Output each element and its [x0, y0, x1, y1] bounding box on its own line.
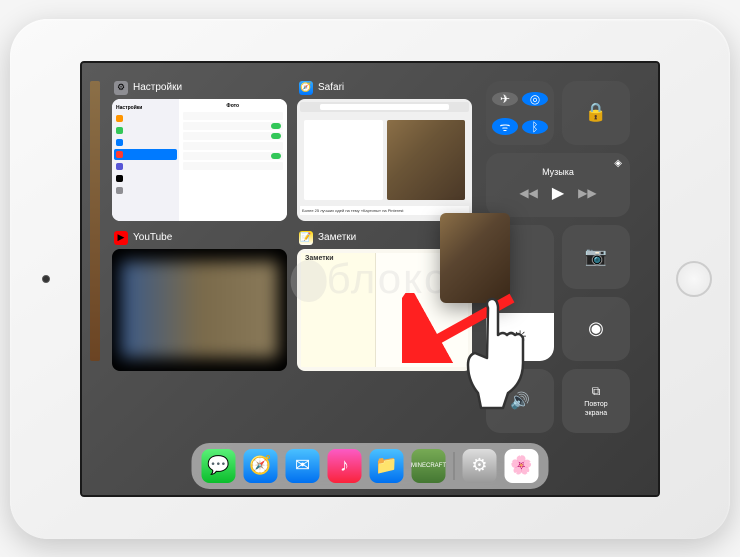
settings-icon: ⚙ [114, 81, 128, 95]
home-button[interactable] [676, 261, 712, 297]
airplane-toggle[interactable]: ✈ [492, 92, 518, 106]
safari-preview: Более 25 лучших идей на тему «Картины» н… [297, 99, 472, 221]
app-card-settings[interactable]: ⚙ Настройки Настройки [112, 81, 287, 221]
music-controls: ◀◀ ▶ ▶▶ [519, 183, 596, 203]
dock-mail-icon[interactable]: ✉ [286, 449, 320, 483]
app-title-label: Заметки [318, 232, 356, 243]
rotation-lock-toggle[interactable]: 🔒 [562, 81, 630, 145]
connectivity-module: ✈ ◎ ᯤ ᛒ [486, 81, 554, 145]
music-module[interactable]: ◈ Музыка ◀◀ ▶ ▶▶ [486, 153, 630, 217]
app-card-sliver[interactable] [90, 81, 100, 361]
screen-record-button[interactable]: ◉ [562, 297, 630, 361]
app-cards-grid: ⚙ Настройки Настройки [112, 81, 472, 495]
play-button[interactable]: ▶ [552, 183, 564, 203]
youtube-preview [112, 249, 287, 371]
dock-safari-icon[interactable]: 🧭 [244, 449, 278, 483]
dock-separator [454, 452, 455, 480]
app-title-label: Настройки [133, 82, 182, 93]
notes-icon: 📝 [299, 231, 313, 245]
next-track-button[interactable]: ▶▶ [578, 186, 596, 200]
bluetooth-toggle[interactable]: ᛒ [522, 120, 548, 134]
ipad-screen: блоко ⚙ Настройки Настройки [80, 61, 660, 497]
music-label: Музыка [542, 167, 574, 177]
dock: 💬 🧭 ✉ ♪ 📁 MINECRAFT ⚙ 🌸 [192, 443, 549, 489]
screen-mirror-button[interactable]: ⧉ Повтор экрана [562, 369, 630, 433]
volume-slider-2[interactable]: 🔊 [486, 369, 554, 433]
dragged-image-thumbnail[interactable] [440, 213, 510, 303]
settings-preview: Настройки Фото [112, 99, 287, 221]
airdrop-toggle[interactable]: ◎ [522, 92, 548, 106]
ipad-device-frame: блоко ⚙ Настройки Настройки [10, 19, 730, 539]
front-camera [42, 275, 50, 283]
app-card-youtube[interactable]: ▶ YouTube [112, 231, 287, 371]
camera-button[interactable]: 📷 [562, 225, 630, 289]
safari-icon: 🧭 [299, 81, 313, 95]
app-header: ⚙ Настройки [112, 81, 287, 95]
dock-settings-icon[interactable]: ⚙ [463, 449, 497, 483]
dock-messages-icon[interactable]: 💬 [202, 449, 236, 483]
app-title-label: YouTube [133, 232, 172, 243]
app-header: ▶ YouTube [112, 231, 287, 245]
dock-photos-icon[interactable]: 🌸 [505, 449, 539, 483]
wifi-toggle[interactable]: ᯤ [492, 118, 518, 135]
app-header: 🧭 Safari [297, 81, 472, 95]
airplay-audio-icon[interactable]: ◈ [614, 158, 622, 169]
dock-music-icon[interactable]: ♪ [328, 449, 362, 483]
dock-files-icon[interactable]: 📁 [370, 449, 404, 483]
prev-track-button[interactable]: ◀◀ [519, 186, 537, 200]
app-switcher-view: блоко ⚙ Настройки Настройки [82, 63, 658, 495]
youtube-icon: ▶ [114, 231, 128, 245]
dock-minecraft-icon[interactable]: MINECRAFT [412, 449, 446, 483]
app-title-label: Safari [318, 82, 344, 93]
app-card-safari[interactable]: 🧭 Safari Более 25 лучших идей на тему «К… [297, 81, 472, 221]
cards-area: ⚙ Настройки Настройки [90, 81, 650, 495]
